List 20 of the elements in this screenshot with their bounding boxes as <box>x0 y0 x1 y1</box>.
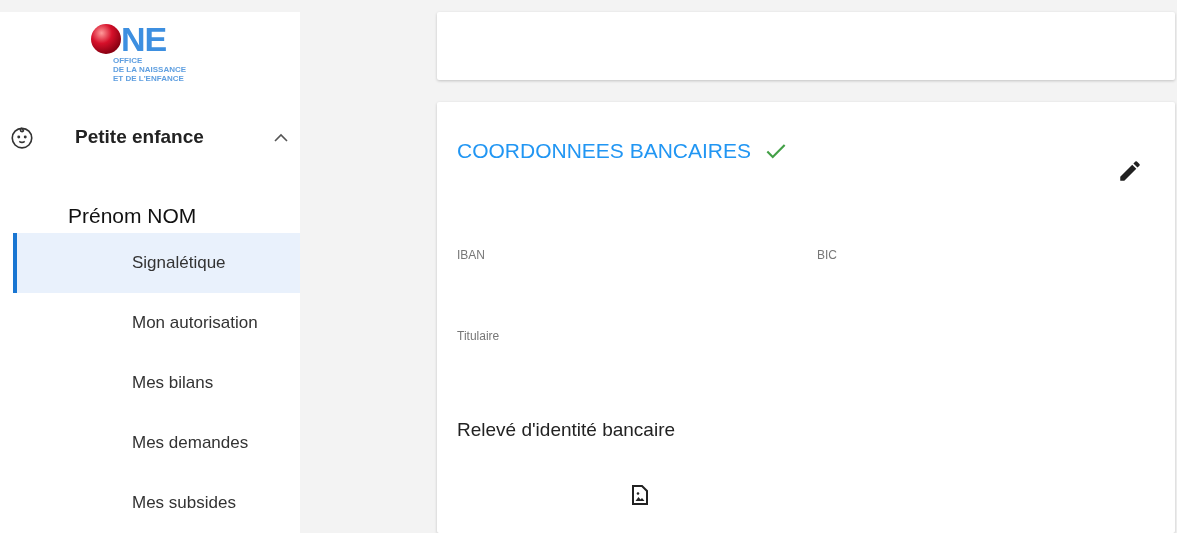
logo-subtitle: ET DE L'ENFANCE <box>113 74 184 83</box>
section-header[interactable]: Petite enfance <box>0 115 300 159</box>
field-label: IBAN <box>457 248 486 262</box>
image-file-icon[interactable] <box>632 485 648 505</box>
logo-text: NE <box>121 22 167 56</box>
edit-button[interactable] <box>1117 158 1143 184</box>
sidebar-item[interactable]: Mes demandes <box>13 413 300 473</box>
person-name: Prénom NOM <box>68 202 198 229</box>
logo-subtitle: DE LA NAISSANCE <box>113 65 187 74</box>
section-heading: Relevé d'identité bancaire <box>457 419 677 441</box>
field-label: Titulaire <box>457 329 501 343</box>
sidebar-item[interactable]: Mes subsides <box>13 473 300 533</box>
chevron-up-icon <box>274 132 288 142</box>
logo-subtitle: OFFICE <box>113 56 143 65</box>
card-title: COORDONNEES BANCAIRES <box>457 138 752 164</box>
sidebar-item[interactable]: Mes bilans <box>13 353 300 413</box>
sidebar-item[interactable]: Mon autorisation <box>13 293 300 353</box>
logo-ball-icon <box>91 24 121 54</box>
sidebar-item[interactable]: Signalétique <box>13 233 300 293</box>
field-label: BIC <box>817 248 838 262</box>
